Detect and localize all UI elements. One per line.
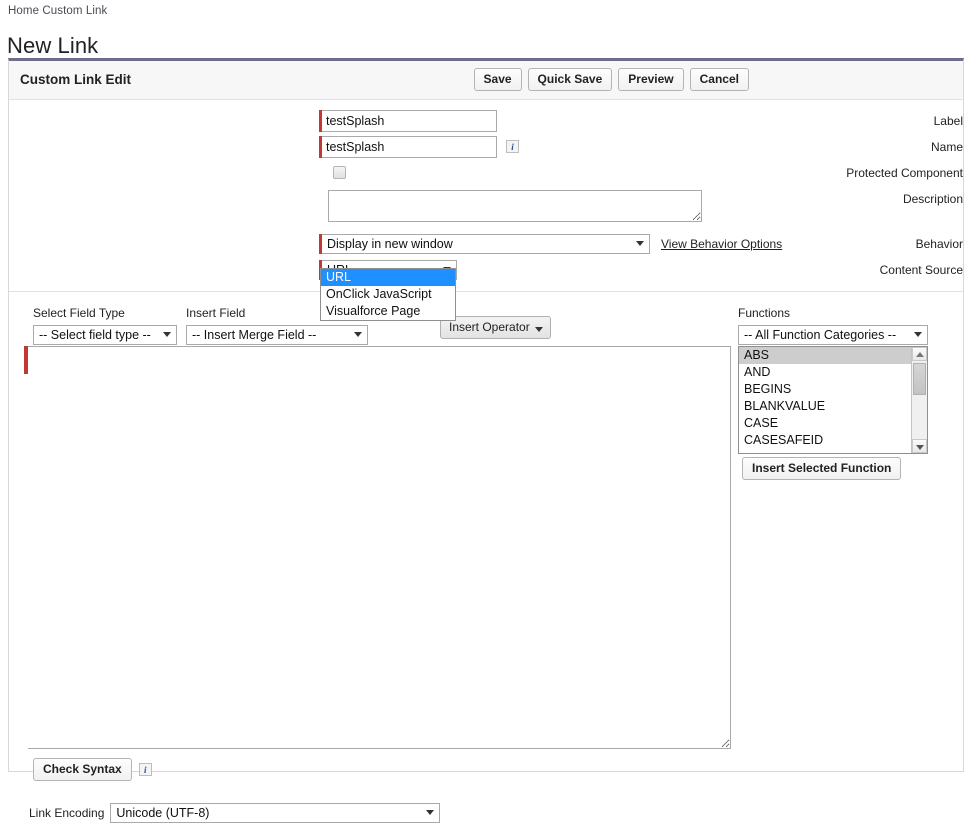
functions-label: Functions [738, 306, 791, 320]
save-button[interactable]: Save [473, 68, 522, 91]
link-encoding-row: Link Encoding Unicode (UTF-8) [29, 803, 441, 823]
protected-component-label: Protected Component [846, 166, 963, 180]
panel-header: Custom Link Edit Save Quick Save Preview… [9, 61, 963, 100]
list-item[interactable]: BEGINS [739, 381, 911, 398]
functions-list-items: ABS AND BEGINS BLANKVALUE CASE CASESAFEI… [739, 347, 911, 453]
dropdown-option-visualforce-page[interactable]: Visualforce Page [321, 303, 455, 320]
info-icon-check-syntax[interactable]: i [138, 763, 152, 776]
scroll-up-arrow-icon[interactable] [912, 347, 927, 361]
scroll-down-arrow-icon[interactable] [912, 439, 927, 453]
functions-scrollbar[interactable] [911, 347, 927, 453]
name-field-control: i [319, 136, 519, 158]
insert-field-label: Insert Field [186, 306, 246, 320]
row-name: Name i [9, 136, 963, 162]
functions-listbox[interactable]: ABS AND BEGINS BLANKVALUE CASE CASESAFEI… [738, 346, 928, 454]
select-field-type-label: Select Field Type [33, 306, 125, 320]
editor-separator [9, 291, 963, 292]
name-field-label: Name [930, 140, 963, 154]
chevron-down-icon-link-encoding [426, 810, 435, 815]
dropdown-option-url[interactable]: URL [321, 269, 455, 286]
page-title: New Link [7, 32, 99, 58]
formula-textarea[interactable] [28, 346, 731, 749]
formula-input-wrap [24, 346, 731, 749]
row-protected-component: Protected Component [9, 162, 963, 188]
behavior-control: Display in new window View Behavior Opti… [319, 234, 782, 254]
form-area: Label Name i Protected Component Descri [9, 100, 963, 291]
formula-editor-area: Select Field Type -- Select field type -… [9, 291, 963, 823]
scrollbar-thumb[interactable] [913, 363, 926, 395]
chevron-down-icon-behavior [636, 241, 644, 246]
link-encoding-label: Link Encoding [29, 806, 105, 820]
panel-title: Custom Link Edit [20, 72, 131, 87]
insert-field-value: -- Insert Merge Field -- [192, 328, 317, 342]
chevron-down-icon-field-type [163, 332, 171, 337]
breadcrumb: Home Custom Link [8, 5, 108, 17]
function-category-select[interactable]: -- All Function Categories -- [738, 325, 928, 345]
row-label: Label [9, 110, 963, 136]
list-item[interactable]: CASESAFEID [739, 432, 911, 449]
label-input[interactable] [322, 110, 497, 132]
behavior-select-value: Display in new window [327, 237, 453, 251]
row-content-source: Content Source URL [9, 257, 963, 283]
quick-save-button[interactable]: Quick Save [527, 68, 613, 91]
list-item[interactable]: BLANKVALUE [739, 398, 911, 415]
description-control [328, 190, 702, 222]
select-field-type-value: -- Select field type -- [39, 328, 151, 342]
link-encoding-value: Unicode (UTF-8) [116, 806, 210, 820]
insert-operator-label: Insert Operator [449, 320, 530, 334]
preview-button[interactable]: Preview [618, 68, 684, 91]
list-item[interactable]: ABS [739, 347, 911, 364]
protected-component-control [333, 166, 346, 179]
chevron-down-icon-insert-operator [534, 327, 543, 332]
row-description: Description [9, 188, 963, 232]
chevron-down-icon-insert-field [354, 332, 362, 337]
list-item[interactable]: CASE [739, 415, 911, 432]
info-icon-name[interactable]: i [506, 140, 519, 153]
insert-operator-button[interactable]: Insert Operator [440, 316, 551, 339]
check-syntax-button[interactable]: Check Syntax [33, 758, 132, 781]
insert-selected-function-button[interactable]: Insert Selected Function [742, 457, 902, 480]
insert-field-select[interactable]: -- Insert Merge Field -- [186, 325, 368, 345]
check-syntax-row: Check Syntax i [33, 758, 152, 781]
panel-action-buttons: Save Quick Save Preview Cancel [473, 68, 749, 91]
label-field-control [319, 110, 497, 132]
description-label: Description [902, 192, 963, 206]
content-source-label: Content Source [879, 263, 963, 277]
behavior-select[interactable]: Display in new window [322, 234, 650, 254]
view-behavior-options-link[interactable]: View Behavior Options [661, 234, 782, 254]
dropdown-option-onclick-javascript[interactable]: OnClick JavaScript [321, 286, 455, 303]
protected-component-checkbox[interactable] [333, 166, 346, 179]
custom-link-edit-panel: Custom Link Edit Save Quick Save Preview… [8, 58, 964, 823]
content-source-dropdown-list[interactable]: URL OnClick JavaScript Visualforce Page [320, 268, 456, 321]
label-field-label: Label [933, 114, 963, 128]
cancel-button[interactable]: Cancel [689, 68, 749, 91]
list-item[interactable]: AND [739, 364, 911, 381]
name-input[interactable] [322, 136, 497, 158]
description-textarea[interactable] [328, 190, 702, 222]
function-category-value: -- All Function Categories -- [744, 328, 897, 342]
link-encoding-select[interactable]: Unicode (UTF-8) [110, 803, 441, 823]
chevron-down-icon-function-category [914, 332, 922, 337]
select-field-type-select[interactable]: -- Select field type -- [33, 325, 177, 345]
row-behavior: Behavior Display in new window View Beha… [9, 232, 963, 257]
